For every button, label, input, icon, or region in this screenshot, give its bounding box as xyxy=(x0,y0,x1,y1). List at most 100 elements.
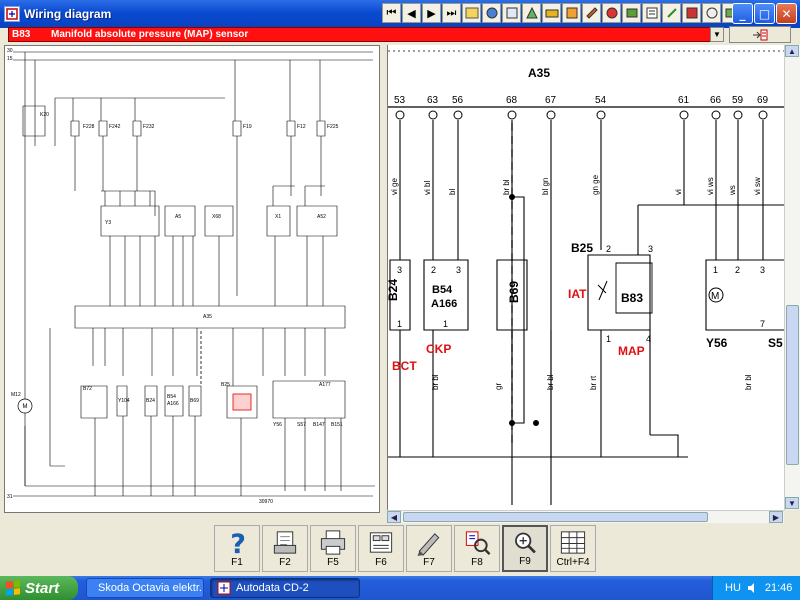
a35-label: A35 xyxy=(203,314,212,320)
chevron-down-icon[interactable]: ▼ xyxy=(710,27,724,42)
component-selector[interactable]: B83 Manifold absolute pressure (MAP) sen… xyxy=(8,27,724,42)
component-code: B83 xyxy=(12,29,31,40)
close-button[interactable]: ✕ xyxy=(776,3,797,24)
wire-color-label: br bl xyxy=(502,179,511,195)
b24-left-label: B24 xyxy=(146,398,155,404)
y56-pin7: 7 xyxy=(760,319,765,329)
vertical-scroll-thumb[interactable] xyxy=(786,305,799,465)
start-button[interactable]: Start xyxy=(0,576,78,600)
taskbar-item-firefox[interactable]: Skoda Octavia elektr... xyxy=(86,578,204,598)
window-title: Wiring diagram xyxy=(24,7,112,21)
f2-label: F2 xyxy=(279,557,291,568)
function-key-bar: ? F1 F2 F5 F6 F7 F8 F9 Ctrl+F4 xyxy=(214,525,596,572)
tool-icon-7[interactable] xyxy=(582,3,601,23)
connector-pin-63: 63 xyxy=(427,95,439,106)
tool-icon-13[interactable] xyxy=(702,3,721,23)
tool-icon-11[interactable] xyxy=(662,3,681,23)
tool-icon-4[interactable] xyxy=(522,3,541,23)
b25-component: B25 xyxy=(571,241,593,255)
pin-terminal-56 xyxy=(453,110,463,120)
pin-terminal-61 xyxy=(679,110,689,120)
f9-zoom-button[interactable]: F9 xyxy=(502,525,548,572)
autodata-icon xyxy=(217,581,231,595)
connector-pin-53: 53 xyxy=(394,95,406,106)
bct-callout: BCT xyxy=(392,359,417,373)
wire-color-label: bl gn xyxy=(541,178,550,195)
f2-print-preview-button[interactable]: F2 xyxy=(262,525,308,572)
x1-label: X1 xyxy=(275,214,281,220)
next-page-icon[interactable]: ▶ xyxy=(422,3,441,23)
f7-pen-button[interactable]: F7 xyxy=(406,525,452,572)
connector-pin-67: 67 xyxy=(545,95,557,106)
f6-label: F6 xyxy=(375,557,387,568)
tool-icon-1[interactable] xyxy=(462,3,481,23)
tool-icon-10[interactable] xyxy=(642,3,661,23)
component-name: Manifold absolute pressure (MAP) sensor xyxy=(51,29,249,40)
wire-color-label: gn ge xyxy=(591,174,600,195)
connector-pin-66: 66 xyxy=(710,95,722,106)
zoom-magnifier-icon xyxy=(515,532,536,554)
zoomed-diagram[interactable]: A35 53 vi ge 63 vi bl 56 bl 68 br bl 67 bl gn 54 gn… xyxy=(387,45,787,510)
help-icon: ? xyxy=(230,529,246,557)
wire-gr: gr xyxy=(494,383,503,390)
f228-label: F228 xyxy=(83,124,95,130)
tool-icon-2[interactable] xyxy=(482,3,501,23)
maximize-button[interactable]: □ xyxy=(754,3,775,24)
svg-text:M: M xyxy=(711,291,719,302)
tool-icon-5[interactable] xyxy=(542,3,561,23)
minimize-button[interactable]: _ xyxy=(732,3,753,24)
b147-label: B147 xyxy=(313,422,325,428)
f8-label: F8 xyxy=(471,557,483,568)
component-list-button[interactable] xyxy=(729,26,791,43)
horizontal-scrollbar[interactable]: ◀ ▶ xyxy=(387,510,784,523)
f12-label: F12 xyxy=(297,124,306,130)
taskbar: Start Skoda Octavia elektr... Autodata C… xyxy=(0,576,800,600)
a52-label: A52 xyxy=(317,214,326,220)
pin-terminal-68 xyxy=(507,110,517,120)
x68-label: X68 xyxy=(212,214,221,220)
svg-text:M: M xyxy=(23,404,28,410)
taskbar-item-autodata[interactable]: Autodata CD-2 xyxy=(210,578,360,598)
tool-icon-6[interactable] xyxy=(562,3,581,23)
overview-diagram[interactable]: M 30 15 31 K20 F228 F242 F232 F19 F12 F2… xyxy=(4,45,380,513)
start-label: Start xyxy=(25,579,60,597)
scroll-left-icon[interactable]: ◀ xyxy=(387,511,401,523)
scroll-down-icon[interactable]: ▼ xyxy=(785,497,799,509)
a5-label: A5 xyxy=(175,214,181,220)
f5-print-button[interactable]: F5 xyxy=(310,525,356,572)
f1-help-button[interactable]: ? F1 xyxy=(214,525,260,572)
b69-left-label: B69 xyxy=(190,398,199,404)
first-page-icon[interactable]: ⏮ xyxy=(382,3,401,23)
f6-component-list-button[interactable]: F6 xyxy=(358,525,404,572)
scroll-up-icon[interactable]: ▲ xyxy=(785,45,799,57)
toolbar: ⏮ ◀ ▶ ⏭ xyxy=(382,3,741,23)
tool-icon-8[interactable] xyxy=(602,3,621,23)
b72-label: B72 xyxy=(83,386,92,392)
print-preview-icon xyxy=(273,531,297,554)
horizontal-scroll-thumb[interactable] xyxy=(403,512,708,522)
wire-color-label: vi xyxy=(674,189,683,195)
connector-a35-label: A35 xyxy=(528,66,550,80)
language-indicator[interactable]: HU xyxy=(725,582,741,594)
ctrl-f4-grid-button[interactable]: Ctrl+F4 xyxy=(550,525,596,572)
tool-icon-9[interactable] xyxy=(622,3,641,23)
y104-label: Y104 xyxy=(118,398,130,404)
y56-pin1: 1 xyxy=(713,265,718,275)
speaker-icon[interactable] xyxy=(747,582,759,594)
b25-pin4: 4 xyxy=(646,334,651,344)
b24-pin3: 3 xyxy=(397,265,402,275)
b54-pin2: 2 xyxy=(431,265,436,275)
s5-component: S5 xyxy=(768,336,783,350)
scroll-right-icon[interactable]: ▶ xyxy=(769,511,783,523)
vertical-scrollbar[interactable]: ▲ ▼ xyxy=(784,45,800,510)
iat-callout: IAT xyxy=(568,287,587,301)
tool-icon-12[interactable] xyxy=(682,3,701,23)
last-page-icon[interactable]: ⏭ xyxy=(442,3,461,23)
ctrl-f4-label: Ctrl+F4 xyxy=(556,557,590,568)
f8-zoom-area-button[interactable]: F8 xyxy=(454,525,500,572)
previous-page-icon[interactable]: ◀ xyxy=(402,3,421,23)
y56-component: Y56 xyxy=(706,336,728,350)
connector-pin-61: 61 xyxy=(678,95,690,106)
m12-label: M12 xyxy=(11,392,21,398)
tool-icon-3[interactable] xyxy=(502,3,521,23)
